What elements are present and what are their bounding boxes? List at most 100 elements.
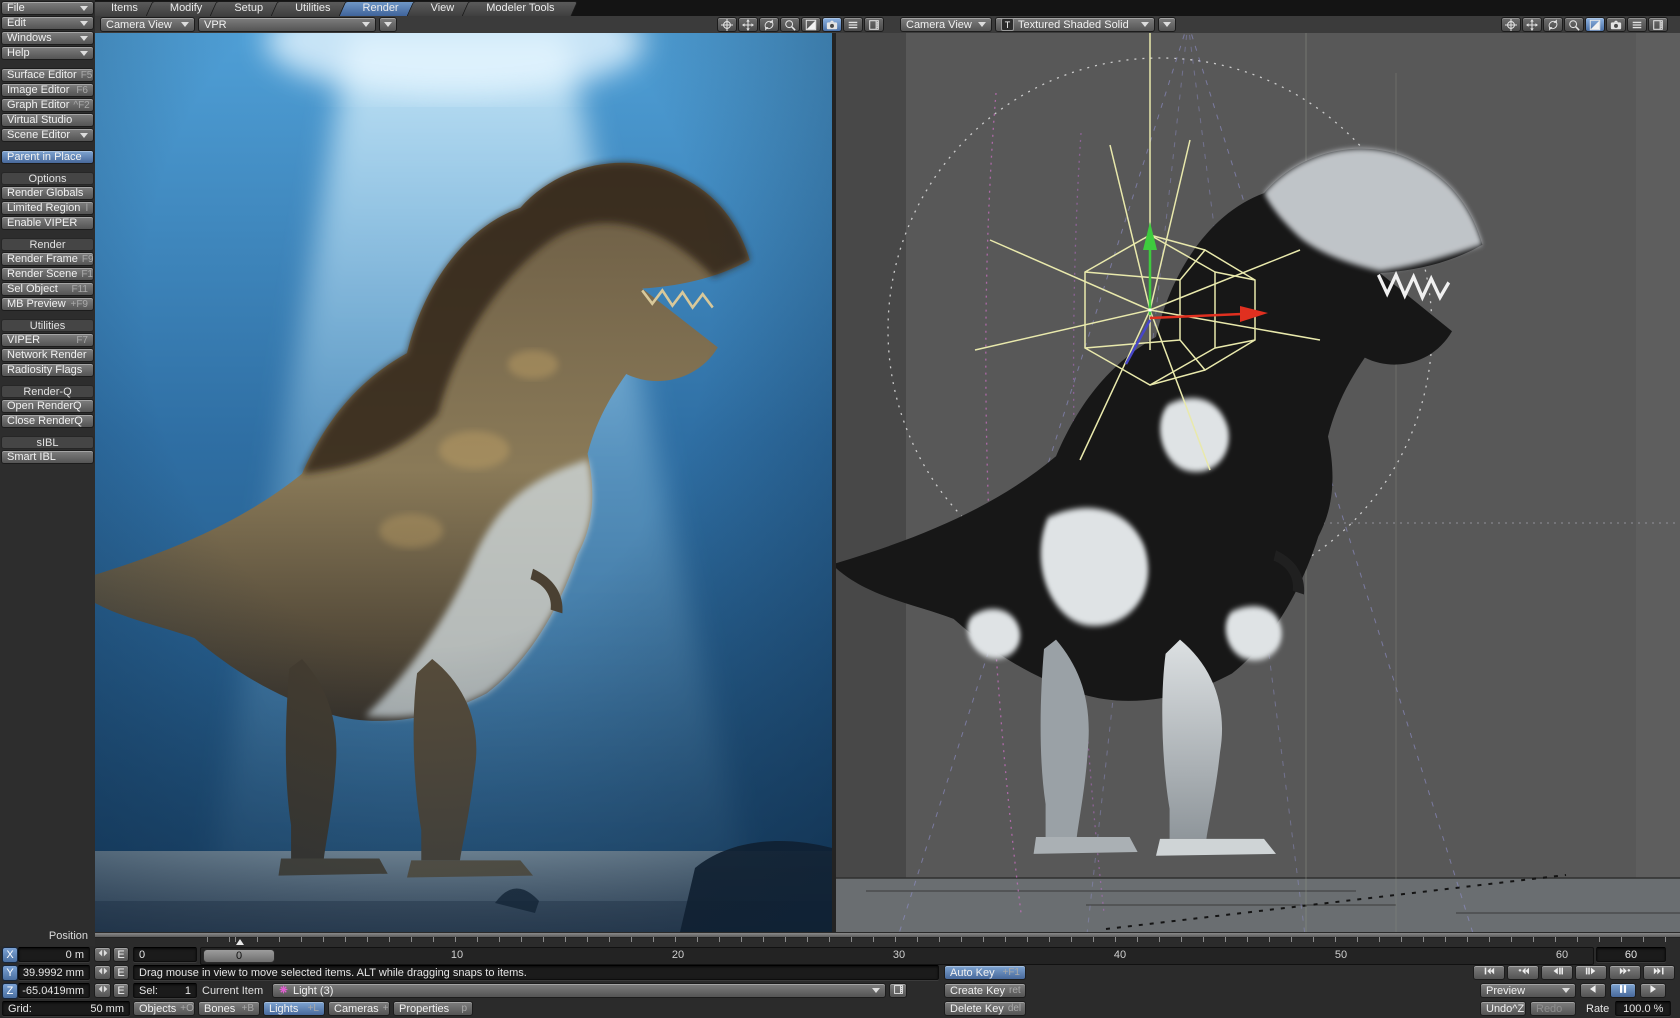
y-envelope-button[interactable]: E xyxy=(113,965,129,980)
play-back-button[interactable] xyxy=(1580,983,1606,998)
timeline-track[interactable]: 0 102030405060 xyxy=(200,947,1594,965)
undo-button[interactable]: Undo^Z xyxy=(1480,1001,1526,1016)
sidebar-item-open-renderq[interactable]: Open RenderQ xyxy=(1,399,94,413)
play-forward-button[interactable] xyxy=(1640,983,1666,998)
sidebar-item-viper[interactable]: VIPERF7 xyxy=(1,333,94,347)
pause-button[interactable] xyxy=(1610,983,1636,998)
sidebar-item-render-frame[interactable]: Render FrameF9 xyxy=(1,252,94,266)
move-icon[interactable] xyxy=(1522,17,1542,32)
frame-next-button[interactable] xyxy=(1575,965,1607,980)
zoom-icon[interactable] xyxy=(1564,17,1584,32)
sidebar-item-image-editor[interactable]: Image EditorF6 xyxy=(1,83,94,97)
zoom-icon[interactable] xyxy=(780,17,800,32)
left-viewport-canvas[interactable] xyxy=(95,33,832,932)
list-icon[interactable] xyxy=(1627,17,1647,32)
tab-label: Modify xyxy=(170,2,202,14)
film-icon[interactable] xyxy=(864,17,884,32)
tab-render[interactable]: Render xyxy=(347,0,415,16)
timeline-label-10: 10 xyxy=(451,949,463,961)
rotate-icon[interactable] xyxy=(1543,17,1563,32)
menu-edit[interactable]: Edit xyxy=(1,16,94,30)
move-icon[interactable] xyxy=(738,17,758,32)
x-envelope-button[interactable]: E xyxy=(113,947,129,962)
rotate-icon[interactable] xyxy=(759,17,779,32)
end-frame-field[interactable]: 60 xyxy=(1596,947,1666,962)
right-render-mode-dropdown[interactable]: T Textured Shaded Solid xyxy=(995,17,1155,32)
sidebar-item-surface-editor[interactable]: Surface EditorF5 xyxy=(1,68,94,82)
left-viewport-options-dropdown[interactable] xyxy=(379,17,397,32)
status-row: Y 39.9992 mm E Drag mouse in view to mov… xyxy=(0,965,1680,981)
sidebar-item-render-globals[interactable]: Render Globals xyxy=(1,186,94,200)
y-spinner[interactable] xyxy=(94,965,111,980)
timeline-knob[interactable]: 0 xyxy=(203,949,275,963)
z-axis-badge[interactable]: Z xyxy=(2,983,18,999)
x-spinner[interactable] xyxy=(94,947,111,962)
z-envelope-button[interactable]: E xyxy=(113,983,129,998)
sidebar-item-render-scene[interactable]: Render SceneF10 xyxy=(1,267,94,281)
tab-utilities[interactable]: Utilities xyxy=(279,0,346,16)
pan-icon[interactable] xyxy=(1501,17,1521,32)
preview-dropdown[interactable]: Preview xyxy=(1480,983,1576,998)
right-view-type-dropdown[interactable]: Camera View xyxy=(900,17,992,32)
sidebar-item-virtual-studio[interactable]: Virtual Studio xyxy=(1,113,94,127)
z-spinner[interactable] xyxy=(94,983,111,998)
skip-start-button[interactable] xyxy=(1473,965,1505,980)
auto-key-button[interactable]: Auto Key+F1 xyxy=(944,965,1026,980)
left-render-mode-dropdown[interactable]: VPR xyxy=(198,17,376,32)
z-position-field[interactable]: -65.0419mm xyxy=(18,983,90,998)
maximize-icon[interactable] xyxy=(1585,17,1605,32)
right-viewport-options-dropdown[interactable] xyxy=(1158,17,1176,32)
menu-windows[interactable]: Windows xyxy=(1,31,94,45)
menu-file[interactable]: File xyxy=(1,1,94,15)
pan-icon[interactable] xyxy=(717,17,737,32)
menu-help[interactable]: Help xyxy=(1,46,94,60)
x-position-field[interactable]: 0 m xyxy=(18,947,90,962)
section-header-utilities: Utilities xyxy=(1,319,94,332)
sidebar-item-graph-editor[interactable]: Graph Editor^F2 xyxy=(1,98,94,112)
current-frame-field[interactable]: 0 xyxy=(133,947,197,962)
redo-button[interactable]: Redo xyxy=(1530,1001,1576,1016)
parent-in-place-button[interactable]: Parent in Place xyxy=(1,150,94,164)
skip-end-button[interactable] xyxy=(1643,965,1675,980)
current-item-dropdown[interactable]: Light (3) xyxy=(272,983,886,998)
rate-label: Rate xyxy=(1586,1003,1609,1015)
tab-items[interactable]: Items xyxy=(95,0,154,16)
key-next-button[interactable] xyxy=(1609,965,1641,980)
delete-key-button[interactable]: Delete Keydel xyxy=(944,1001,1026,1016)
left-view-type-dropdown[interactable]: Camera View xyxy=(100,17,195,32)
right-viewport-canvas[interactable] xyxy=(836,33,1680,932)
sidebar-item-network-render[interactable]: Network Render xyxy=(1,348,94,362)
sidebar-item-radiosity-flags[interactable]: Radiosity Flags xyxy=(1,363,94,377)
frame-prev-button[interactable] xyxy=(1541,965,1573,980)
y-axis-badge[interactable]: Y xyxy=(2,965,18,981)
chevron-down-icon xyxy=(362,22,370,27)
tab-modify[interactable]: Modify xyxy=(154,0,218,16)
item-type-lights-button[interactable]: Lights+L xyxy=(263,1001,325,1016)
sidebar-item-close-renderq[interactable]: Close RenderQ xyxy=(1,414,94,428)
maximize-icon[interactable] xyxy=(801,17,821,32)
list-icon[interactable] xyxy=(843,17,863,32)
button-label: Close RenderQ xyxy=(7,415,83,427)
rate-field[interactable]: 100.0 % xyxy=(1615,1001,1671,1016)
sidebar-item-scene-editor[interactable]: Scene Editor xyxy=(1,128,94,142)
camera-icon[interactable] xyxy=(1606,17,1626,32)
sidebar-item-mb-preview[interactable]: MB Preview+F9 xyxy=(1,297,94,311)
create-key-button[interactable]: Create Keyret xyxy=(944,983,1026,998)
tab-modeler-tools[interactable]: Modeler Tools xyxy=(470,0,570,16)
film-icon[interactable] xyxy=(1648,17,1668,32)
tab-setup[interactable]: Setup xyxy=(218,0,279,16)
item-type-bones-button[interactable]: Bones+B xyxy=(198,1001,260,1016)
y-position-field[interactable]: 39.9992 mm xyxy=(18,965,90,980)
sidebar-item-smart-ibl[interactable]: Smart IBL xyxy=(1,450,94,464)
item-type-cameras-button[interactable]: Cameras+C xyxy=(328,1001,390,1016)
timeline-ruler[interactable] xyxy=(200,937,1680,946)
item-type-properties-button[interactable]: Propertiesp xyxy=(393,1001,473,1016)
item-type-objects-button[interactable]: Objects+O xyxy=(133,1001,195,1016)
item-visibility-button[interactable] xyxy=(889,983,907,998)
key-prev-button[interactable] xyxy=(1507,965,1539,980)
sidebar-item-limited-region[interactable]: Limited Regionl xyxy=(1,201,94,215)
camera-icon[interactable] xyxy=(822,17,842,32)
sidebar-item-enable-viper[interactable]: Enable VIPER xyxy=(1,216,94,230)
sidebar-item-sel-object[interactable]: Sel ObjectF11 xyxy=(1,282,94,296)
x-axis-badge[interactable]: X xyxy=(2,947,18,963)
